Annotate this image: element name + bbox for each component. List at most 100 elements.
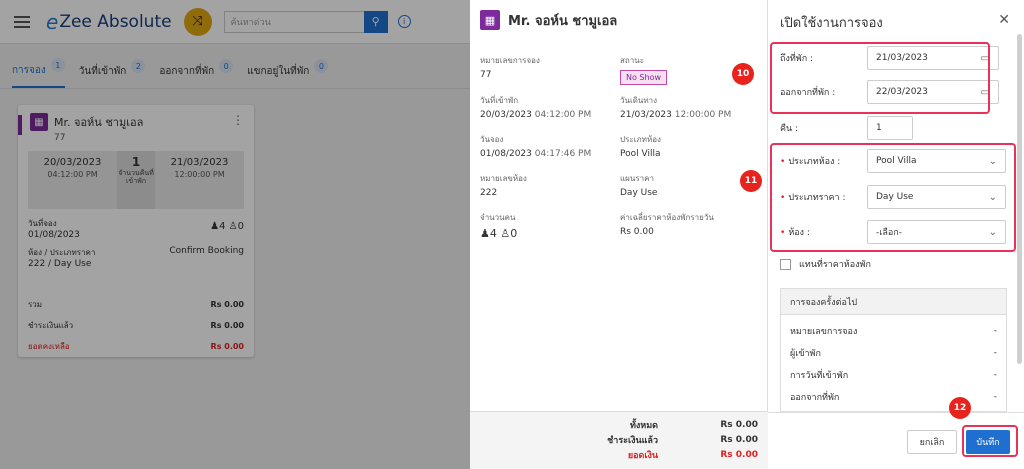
- next-reservation-box: การจองครั้งต่อไป หมายเลขการจอง - ผู้เข้า…: [780, 288, 1007, 412]
- tab-count: 1: [50, 58, 65, 72]
- field-value: Day Use: [620, 188, 658, 198]
- child-icon: ♙: [228, 221, 238, 232]
- tab-count: 0: [219, 59, 234, 73]
- field-room-no: หมายเลขห้อง 222: [480, 172, 527, 198]
- paid-label: ชำระเงินแล้ว: [607, 435, 658, 446]
- detail-guest-name: Mr. จอห์น ชามูเอล: [508, 13, 618, 29]
- tab-departures[interactable]: ออกจากที่พัก 0: [159, 54, 234, 88]
- card-children: 0: [237, 221, 244, 232]
- menu-icon[interactable]: [0, 15, 44, 28]
- tab-arrivals[interactable]: วันที่เข้าพัก 2: [79, 54, 146, 88]
- nights-value: 1: [876, 123, 882, 133]
- total-value: Rs 0.00: [210, 300, 244, 309]
- list-item: หมายเลขการจอง -: [781, 320, 1006, 341]
- balance-label: ยอดคงเหลือ: [28, 342, 70, 351]
- field-label: สถานะ: [620, 56, 644, 65]
- booking-date: 01/08/2023: [480, 149, 532, 159]
- field-pax: จำนวนคน ♟4 ♙0: [480, 211, 517, 240]
- balance-value: Rs 0.00: [210, 342, 244, 351]
- card-paid-row: ชำระเงินแล้ว Rs 0.00: [18, 315, 254, 336]
- card-arrival-date: 20/03/2023: [43, 157, 102, 168]
- detail-totals: ทั้งหมด Rs 0.00 ชำระเงินแล้ว Rs 0.00 ยอด…: [470, 411, 768, 469]
- next-label: การวันที่เข้าพัก: [790, 370, 849, 381]
- background-app: e Zee Absolute ⤨ ค้นหาด่วน ⚲ i การจอง 1 …: [0, 0, 470, 469]
- info-icon[interactable]: i: [397, 15, 411, 28]
- card-total-row: รวม Rs 0.00: [18, 294, 254, 315]
- field-rate-plan: แผนราคา Day Use: [620, 172, 657, 198]
- next-value: -: [993, 369, 997, 380]
- detail-balance-row: ยอดเงิน Rs 0.00: [470, 447, 768, 462]
- card-pax: ♟4 ♙0: [210, 217, 244, 240]
- search-input[interactable]: ค้นหาด่วน: [223, 10, 364, 33]
- field-reservation-no: หมายเลขการจอง 77: [480, 54, 540, 80]
- building-icon: ▦: [30, 113, 48, 131]
- scrollbar[interactable]: [1017, 34, 1022, 364]
- logo-text: Zee Absolute: [59, 11, 172, 32]
- field-value: 77: [480, 70, 492, 80]
- balance-label: ยอดเงิน: [627, 450, 658, 461]
- cancel-button[interactable]: ยกเลิก: [907, 430, 957, 454]
- stay-dates: 20/03/2023 04:12:00 PM 1 จำนวนคืนที่เข้า…: [28, 151, 244, 209]
- card-booking-date-label: วันที่จอง: [28, 219, 57, 228]
- card-nights: 1: [131, 155, 141, 169]
- field-arrival: วันที่เข้าพัก 20/03/2023 04:12:00 PM: [480, 94, 591, 120]
- field-value: 222: [480, 188, 498, 198]
- card-nights-label: จำนวนคืนที่เข้าพัก: [118, 169, 154, 185]
- shuffle-icon[interactable]: ⤨: [183, 7, 212, 36]
- tab-label: ออกจากที่พัก: [159, 65, 215, 77]
- child-icon: ♙: [500, 227, 511, 240]
- override-rate-checkbox[interactable]: [780, 258, 791, 270]
- list-item: การวันที่เข้าพัก -: [781, 364, 1006, 385]
- override-rate-label: แทนที่ราคาห้องพัก: [799, 260, 871, 270]
- total-label: ทั้งหมด: [629, 420, 658, 431]
- card-reservation-id: 77: [54, 133, 66, 143]
- more-options-icon[interactable]: ⋮: [232, 113, 244, 127]
- arrival-time: 04:12:00 PM: [534, 110, 592, 120]
- field-value: Pool Villa: [620, 149, 661, 159]
- search-icon[interactable]: ⚲: [363, 10, 388, 33]
- tab-bar: การจอง 1 วันที่เข้าพัก 2 ออกจากที่พัก 0 …: [12, 54, 342, 88]
- field-status: สถานะ No Show: [620, 54, 668, 85]
- total-label: รวม: [28, 300, 43, 309]
- tab-label: วันที่เข้าพัก: [78, 65, 127, 77]
- field-room-type: ประเภทห้อง Pool Villa: [620, 133, 661, 159]
- close-icon[interactable]: ✕: [998, 12, 1010, 28]
- card-adults: 4: [219, 221, 226, 232]
- field-label: หมายเลขห้อง: [480, 174, 527, 183]
- form-title: เปิดใช้งานการจอง: [780, 16, 883, 31]
- field-label: วันจอง: [480, 135, 504, 144]
- arrival-date: 20/03/2023: [480, 110, 532, 120]
- next-value: -: [993, 347, 997, 358]
- field-value: Rs 0.00: [620, 227, 654, 237]
- building-icon: ▦: [480, 10, 500, 30]
- field-label: แผนราคา: [620, 174, 654, 183]
- step-marker-10: 10: [732, 63, 754, 85]
- card-flag: [18, 115, 22, 135]
- card-room-rate-label: ห้อง / ประเภทราคา: [28, 248, 96, 257]
- field-departure: วันเดินทาง 21/03/2023 12:00:00 PM: [620, 94, 731, 120]
- next-value: -: [993, 391, 997, 402]
- children-count: 0: [510, 227, 518, 240]
- card-balance-row: ยอดคงเหลือ Rs 0.00: [18, 336, 254, 357]
- booking-time: 04:17:46 PM: [534, 149, 592, 159]
- field-label: หมายเลขการจอง: [480, 56, 540, 65]
- card-guest-name: Mr. จอห์น ชามูเอล: [54, 116, 144, 129]
- next-reservation-heading: การจองครั้งต่อไป: [781, 289, 1006, 315]
- reservation-card[interactable]: ▦ Mr. จอห์น ชามูเอล 77 ⋮ 20/03/2023 04:1…: [18, 105, 254, 357]
- list-item: ผู้เข้าพัก -: [781, 342, 1006, 363]
- tab-in-house[interactable]: แขกอยู่ในที่พัก 0: [247, 54, 329, 88]
- highlight-room-selects: [770, 143, 1016, 252]
- paid-value: Rs 0.00: [720, 434, 758, 445]
- nights-row: คืน : 1: [780, 116, 1006, 140]
- step-marker-11: 11: [740, 170, 762, 192]
- card-booking-date: 01/08/2023: [28, 230, 80, 240]
- tab-label: แขกอยู่ในที่พัก: [247, 65, 310, 77]
- field-label: ประเภทห้อง: [620, 135, 661, 144]
- tab-count: 2: [131, 59, 146, 73]
- total-value: Rs 0.00: [720, 419, 758, 430]
- detail-total-row: ทั้งหมด Rs 0.00: [470, 417, 768, 432]
- nights-input[interactable]: 1: [867, 116, 913, 140]
- card-departure-date: 21/03/2023: [170, 157, 229, 168]
- field-avg-rate: ค่าเฉลี่ยราคาห้องพักรายวัน Rs 0.00: [620, 211, 714, 237]
- tab-reservations[interactable]: การจอง 1: [12, 54, 65, 88]
